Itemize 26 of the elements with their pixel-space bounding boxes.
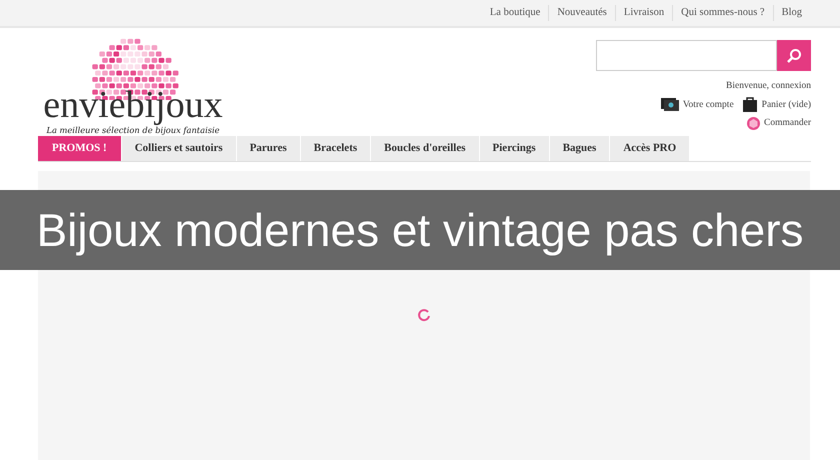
welcome-link[interactable]: Bienvenue, connexion [726,79,811,94]
top-nav-link[interactable]: Qui sommes-nous ? [672,5,773,21]
menu-tab[interactable]: Colliers et sautoirs [122,136,237,161]
menu-tab[interactable]: Accès PRO [610,136,690,161]
search-button[interactable] [777,40,811,71]
top-nav-link[interactable]: Livraison [614,5,672,21]
menu-tab[interactable]: Bracelets [300,136,372,161]
photo-frame-icon [660,98,679,112]
cube-icon [747,116,760,130]
order-link[interactable]: Commander [764,116,811,130]
cart-link[interactable]: Panier (vide) [762,98,811,112]
caption-banner: Bijoux modernes et vintage pas chers [0,190,840,270]
menu-tab[interactable]: Piercings [480,136,550,161]
top-nav-link[interactable]: Nouveautés [548,5,615,21]
search-field[interactable] [596,40,777,71]
search-icon [786,48,802,64]
menu-tab[interactable]: Boucles d'oreilles [371,136,480,161]
loading-spinner-icon [417,308,431,322]
bag-icon [742,97,758,112]
logo-tagline: La meilleure sélection de bijoux fantaisie [46,124,220,136]
top-nav-link[interactable]: Blog [772,5,810,21]
account-link[interactable]: Votre compte [682,98,734,112]
menu-tab[interactable]: Parures [236,136,301,161]
top-nav-link[interactable]: La boutique [482,5,548,21]
menu-tab[interactable]: Bagues [550,136,610,161]
logo-name[interactable]: enviebijoux [43,86,223,124]
